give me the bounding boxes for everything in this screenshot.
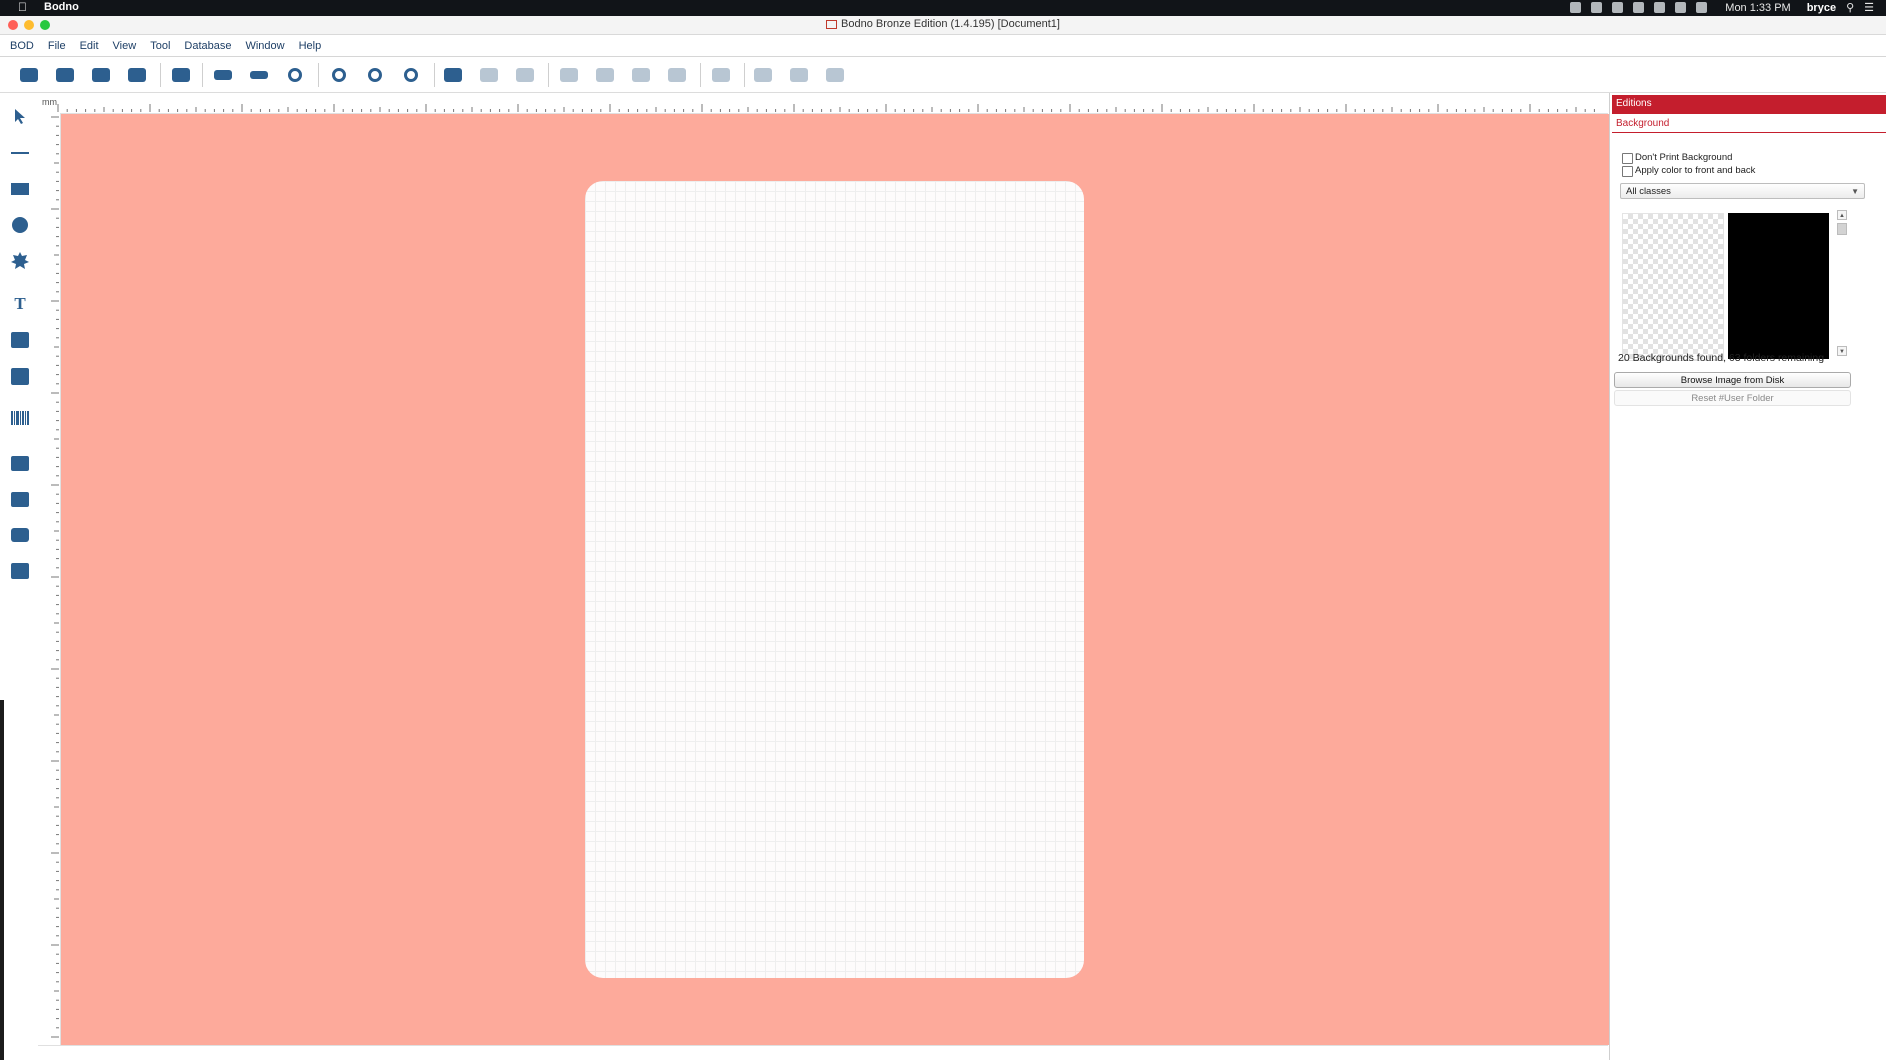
- wifi-icon[interactable]: [1654, 2, 1666, 13]
- app-status-icon[interactable]: [1591, 2, 1603, 13]
- clock[interactable]: Mon 1:33 PM: [1725, 2, 1790, 14]
- bluetooth-icon[interactable]: [1633, 2, 1645, 13]
- chevron-down-icon: ▼: [1851, 187, 1859, 196]
- db-remove-icon[interactable]: [788, 65, 810, 85]
- notification-center-icon[interactable]: ☰: [1864, 1, 1874, 14]
- dont-print-background-label: Don't Print Background: [1635, 152, 1733, 163]
- line-tool-icon[interactable]: [9, 142, 31, 164]
- menu-bod[interactable]: BOD: [10, 40, 34, 52]
- print-icon[interactable]: [170, 65, 192, 85]
- scroll-up-icon[interactable]: ▲: [1837, 210, 1847, 220]
- barcode-tool-icon[interactable]: [9, 407, 31, 429]
- signature-tool-icon[interactable]: [9, 560, 31, 582]
- card-back-icon[interactable]: [248, 65, 270, 85]
- os-app-name[interactable]: Bodno: [44, 1, 79, 13]
- menu-edit[interactable]: Edit: [80, 40, 99, 52]
- window-title-area: Bodno Bronze Edition (1.4.195) [Document…: [0, 18, 1886, 30]
- db-next-icon[interactable]: [558, 65, 580, 85]
- toolbar-divider: [700, 63, 701, 87]
- document-icon: [826, 19, 838, 29]
- editions-panel: Editions Background Don't Print Backgrou…: [1609, 93, 1886, 1060]
- field-tool-icon[interactable]: [9, 329, 31, 351]
- ellipse-tool-icon[interactable]: [9, 214, 31, 236]
- card-front-icon[interactable]: [212, 65, 234, 85]
- menu-window[interactable]: Window: [245, 40, 284, 52]
- window-title: Bodno Bronze Edition (1.4.195) [Document…: [841, 18, 1060, 30]
- db-last-icon[interactable]: [594, 65, 616, 85]
- toolbar-divider: [744, 63, 745, 87]
- background-thumbnail-black[interactable]: [1728, 213, 1829, 359]
- app-menubar: BOD File Edit View Tool Database Window …: [0, 35, 1886, 57]
- reset-user-folder-button[interactable]: Reset #User Folder: [1614, 390, 1851, 406]
- zoom-out-icon[interactable]: [364, 65, 386, 85]
- db-settings-icon[interactable]: [284, 65, 306, 85]
- volume-icon[interactable]: [1696, 2, 1708, 13]
- toolbar-divider: [160, 63, 161, 87]
- panel-header[interactable]: Editions: [1612, 95, 1886, 114]
- camera-tool-icon[interactable]: [9, 524, 31, 546]
- spotlight-icon[interactable]: ⚲: [1846, 1, 1854, 14]
- save-as-icon[interactable]: [126, 65, 148, 85]
- text-tool-icon[interactable]: T: [9, 293, 31, 315]
- browse-image-button[interactable]: Browse Image from Disk: [1614, 372, 1851, 388]
- rectangle-tool-icon[interactable]: [9, 178, 31, 200]
- ruler-unit: mm: [42, 97, 57, 107]
- card-template[interactable]: [585, 181, 1084, 978]
- zoom-fit-icon[interactable]: [400, 65, 422, 85]
- class-select-value: All classes: [1626, 186, 1671, 197]
- db-add-icon[interactable]: [752, 65, 774, 85]
- horizontal-ruler-ticks: [57, 104, 1595, 112]
- polygon-tool-icon[interactable]: [9, 250, 31, 272]
- window-titlebar: Bodno Bronze Edition (1.4.195) [Document…: [0, 16, 1886, 35]
- tool-palette: T: [0, 93, 39, 1043]
- toolbar-divider: [548, 63, 549, 87]
- db-check-icon[interactable]: [824, 65, 846, 85]
- open-icon[interactable]: [54, 65, 76, 85]
- user-name[interactable]: bryce: [1807, 2, 1836, 14]
- toolbar-divider: [202, 63, 203, 87]
- background-thumbnail-transparent[interactable]: [1622, 213, 1724, 361]
- dropbox-icon[interactable]: [1612, 2, 1624, 13]
- apply-color-label: Apply color to front and back: [1635, 165, 1756, 176]
- zoom-in-icon[interactable]: [328, 65, 350, 85]
- canvas-bottom-edge: [38, 1045, 1608, 1061]
- select-arrow-icon[interactable]: [9, 105, 31, 127]
- toolbar-divider: [434, 63, 435, 87]
- new-document-icon[interactable]: [18, 65, 40, 85]
- window-edge: [0, 700, 4, 1060]
- design-canvas[interactable]: [61, 114, 1609, 1045]
- apply-color-checkbox[interactable]: [1622, 166, 1633, 177]
- menu-database[interactable]: Database: [184, 40, 231, 52]
- calendar-tool-icon[interactable]: [9, 365, 31, 387]
- menu-file[interactable]: File: [48, 40, 66, 52]
- os-status-area: Mon 1:33 PM bryce ⚲ ☰: [1570, 1, 1874, 14]
- os-menubar:  Bodno Mon 1:33 PM bryce ⚲ ☰: [0, 0, 1886, 16]
- class-select[interactable]: All classes ▼: [1620, 183, 1865, 199]
- menu-help[interactable]: Help: [299, 40, 322, 52]
- save-icon[interactable]: [90, 65, 112, 85]
- dont-print-background-checkbox[interactable]: [1622, 153, 1633, 164]
- db-last-alt-icon[interactable]: [666, 65, 688, 85]
- database-icon[interactable]: [442, 65, 464, 85]
- folder-image-tool-icon[interactable]: [9, 452, 31, 474]
- db-prev-icon[interactable]: [514, 65, 536, 85]
- airplay-icon[interactable]: [1675, 2, 1687, 13]
- image-tool-icon[interactable]: [9, 488, 31, 510]
- toolbar-divider: [318, 63, 319, 87]
- menu-tool[interactable]: Tool: [150, 40, 170, 52]
- backgrounds-found-text: 20 Backgrounds found, 63 folders remaini…: [1618, 352, 1825, 364]
- tab-background[interactable]: Background: [1612, 115, 1886, 133]
- menu-view[interactable]: View: [113, 40, 137, 52]
- vertical-ruler-ticks: [51, 116, 59, 1038]
- cloud-icon[interactable]: [1570, 2, 1582, 13]
- db-refresh-icon[interactable]: [710, 65, 732, 85]
- apple-icon[interactable]: : [18, 0, 27, 14]
- db-first-alt-icon[interactable]: [630, 65, 652, 85]
- db-first-icon[interactable]: [478, 65, 500, 85]
- main-toolbar: [0, 58, 1886, 93]
- scrollbar-thumb[interactable]: [1837, 223, 1847, 235]
- horizontal-ruler: [38, 93, 1608, 114]
- vertical-ruler: [38, 113, 61, 1045]
